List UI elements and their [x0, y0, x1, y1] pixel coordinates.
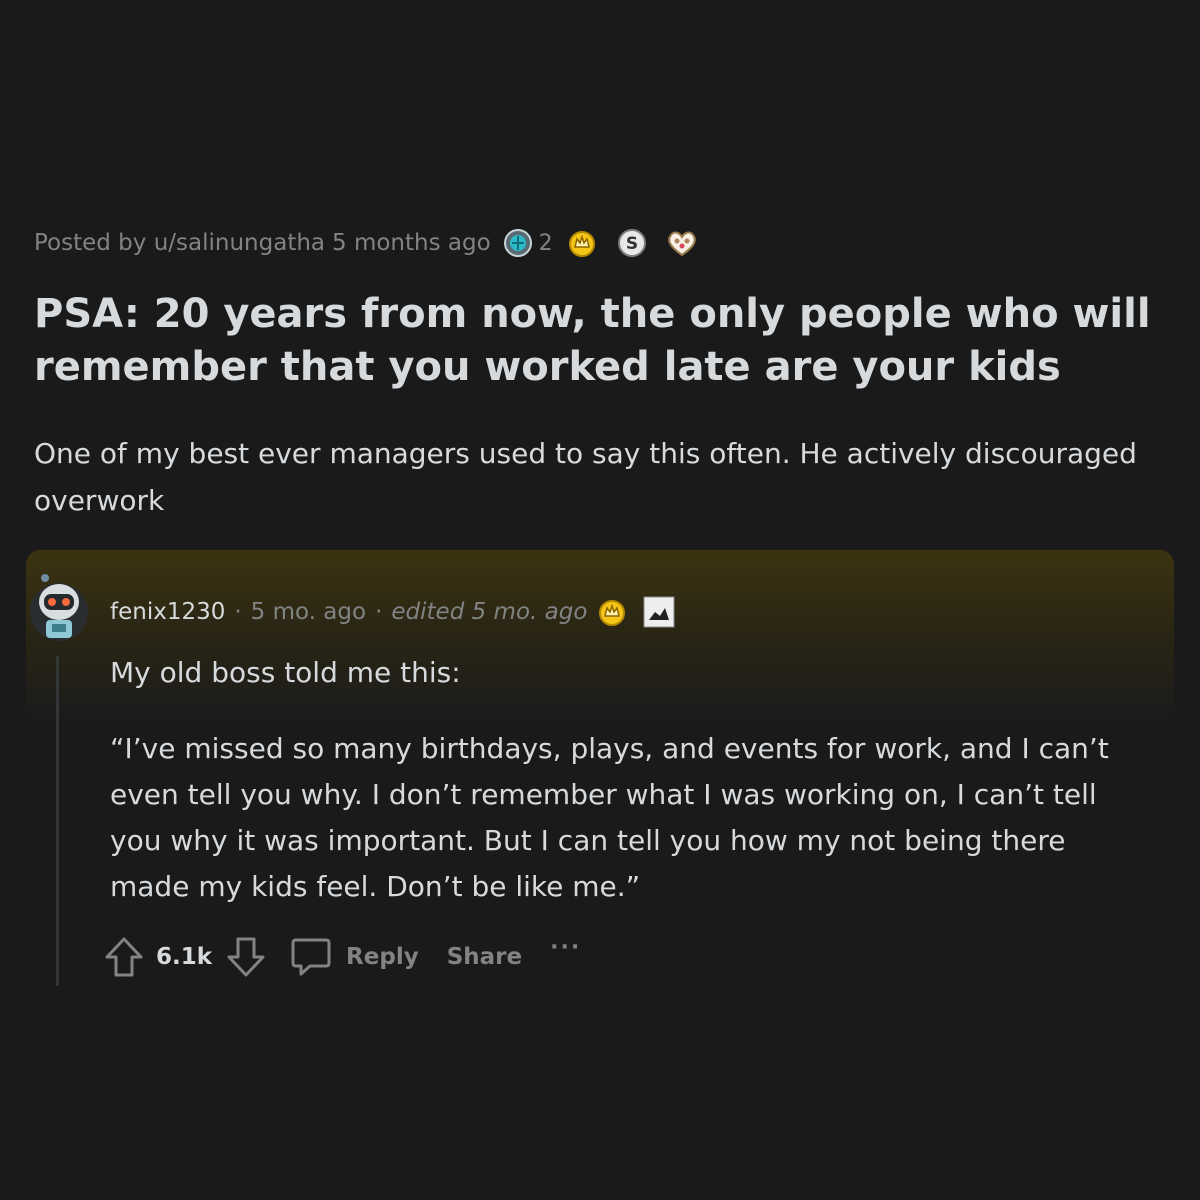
post-body: One of my best ever managers used to say… [34, 437, 1137, 517]
svg-text:S: S [626, 234, 638, 254]
silver-s-award-icon[interactable]: S [617, 228, 647, 258]
comment-edited: edited 5 mo. ago [391, 599, 588, 625]
avatar[interactable] [28, 570, 90, 644]
flair-image-icon [643, 596, 675, 628]
comment-body: My old boss told me this: “I’ve missed s… [110, 650, 1150, 940]
meta-separator: · [375, 599, 383, 625]
award-count: 2 [538, 230, 553, 256]
comment-author[interactable]: fenix1230 [110, 599, 225, 625]
chat-bubble-icon [290, 936, 332, 978]
comment-time[interactable]: 5 mo. ago [251, 599, 366, 625]
meta-separator: · [234, 599, 242, 625]
vote-count: 6.1k [156, 944, 213, 970]
share-button[interactable]: Share [447, 944, 522, 970]
comment-meta: fenix1230 · 5 mo. ago · edited 5 mo. ago [110, 596, 675, 628]
gold-crown-award-icon[interactable] [567, 228, 597, 258]
comment-actions: 6.1k Reply Share ··· [104, 934, 581, 980]
reddit-thread-page: Posted by u/salinungatha 5 months ago 2 … [0, 0, 1200, 1200]
globe-award-icon[interactable] [503, 228, 533, 258]
upvote-arrow-icon[interactable] [104, 935, 144, 979]
reply-label: Reply [346, 944, 419, 970]
thread-collapse-line[interactable] [56, 656, 59, 986]
comment-paragraph: “I’ve missed so many birthdays, plays, a… [110, 732, 1109, 903]
more-options-icon[interactable]: ··· [550, 935, 581, 960]
heart-paws-award-icon[interactable] [665, 228, 699, 258]
reply-button[interactable]: Reply [290, 936, 419, 978]
downvote-arrow-icon[interactable] [226, 935, 266, 979]
post-title[interactable]: PSA: 20 years from now, the only people … [34, 288, 1164, 394]
post-meta: Posted by u/salinungatha 5 months ago 2 … [34, 228, 699, 258]
posted-by-user[interactable]: Posted by u/salinungatha [34, 230, 325, 256]
post-time: 5 months ago [332, 230, 491, 256]
comment-paragraph: My old boss told me this: [110, 656, 461, 689]
gold-crown-award-icon[interactable] [597, 597, 627, 627]
